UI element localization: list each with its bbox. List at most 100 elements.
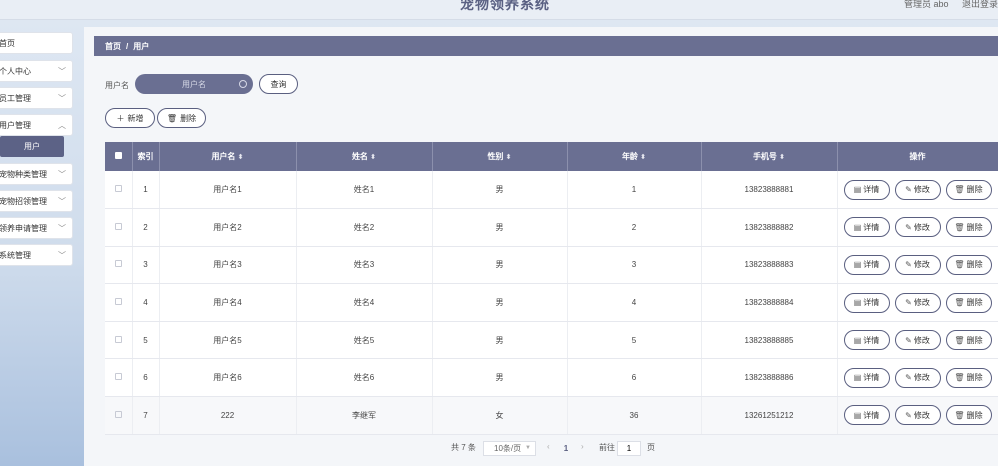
row-select-cell[interactable] (105, 208, 133, 247)
sidebar-item-users[interactable]: 用户管理 ︿ (0, 114, 73, 136)
edit-button[interactable]: ✎ 修改 (894, 292, 941, 313)
next-page-icon[interactable]: › (581, 442, 584, 451)
document-icon: ▤ (853, 373, 862, 383)
breadcrumb-home[interactable]: 首页 (105, 41, 121, 52)
cell-index: 5 (132, 321, 160, 360)
col-header-age[interactable]: 年龄 ⬍ (567, 142, 702, 171)
col-header-actions: 操作 (837, 142, 998, 171)
detail-button-label: 详情 (863, 298, 880, 308)
col-header-phone[interactable]: 手机号 ⬍ (701, 142, 838, 171)
row-delete-button[interactable]: 🗑 删除 (945, 217, 992, 238)
sort-icon: ⬍ (505, 154, 512, 161)
col-header-index: 索引 (132, 142, 160, 171)
row-checkbox[interactable] (114, 410, 122, 418)
pencil-icon: ✎ (905, 410, 912, 420)
row-delete-button-label: 删除 (966, 298, 983, 308)
row-checkbox[interactable] (114, 298, 122, 306)
row-delete-button[interactable]: 🗑 删除 (945, 254, 992, 275)
row-select-cell[interactable] (105, 171, 133, 210)
cell-age: 6 (567, 358, 702, 398)
col-header-gender[interactable]: 性别 ⬍ (432, 142, 568, 171)
cell-phone: 13823888884 (701, 283, 838, 322)
sidebar-item-pet-categories[interactable]: 宠物种类管理 ﹀ (0, 163, 73, 185)
cell-actions: ▤ 详情 ✎ 修改 🗑 删除 (837, 358, 998, 398)
page-number-current[interactable]: 1 (559, 441, 573, 456)
sidebar-item-label: 首页 (0, 38, 15, 48)
row-delete-button[interactable]: 🗑 删除 (945, 330, 992, 351)
page-size-select[interactable]: 10条/页 ▼ (483, 441, 536, 456)
trash-icon: 🗑 (166, 113, 178, 123)
detail-button[interactable]: ▤ 详情 (843, 330, 890, 351)
row-delete-button[interactable]: 🗑 删除 (945, 367, 992, 388)
row-checkbox[interactable] (114, 222, 122, 230)
row-delete-button[interactable]: 🗑 删除 (945, 405, 992, 426)
cell-username: 222 (159, 396, 297, 435)
row-checkbox[interactable] (114, 185, 122, 193)
table-row: 2 用户名2 姓名2 男 2 13823888882 ▤ 详情 ✎ 修改 🗑 删除 (105, 208, 998, 247)
detail-button[interactable]: ▤ 详情 (843, 405, 890, 426)
table-row: 3 用户名3 姓名3 男 3 13823888883 ▤ 详情 ✎ 修改 🗑 删除 (105, 246, 998, 285)
row-checkbox[interactable] (114, 335, 122, 343)
add-button[interactable]: ＋ 新增 (105, 108, 155, 128)
cell-age: 5 (567, 321, 702, 360)
row-checkbox[interactable] (114, 373, 122, 381)
breadcrumb: 首页 / 用户 (94, 36, 998, 56)
goto-page-input[interactable] (617, 441, 641, 456)
sidebar-item-label: 领养申请管理 (0, 223, 47, 233)
cell-phone: 13261251212 (701, 396, 838, 435)
sidebar-subitem-users[interactable]: 用户 (0, 136, 64, 157)
select-all-cell[interactable] (105, 142, 133, 171)
cell-phone: 13823888882 (701, 208, 838, 247)
sidebar-item-label: 员工管理 (0, 93, 31, 103)
edit-button[interactable]: ✎ 修改 (894, 330, 941, 351)
col-header-name[interactable]: 姓名 ⬍ (296, 142, 433, 171)
edit-button[interactable]: ✎ 修改 (894, 217, 941, 238)
row-delete-button[interactable]: 🗑 删除 (945, 292, 992, 313)
trash-icon: 🗑 (954, 373, 965, 383)
cell-age: 2 (567, 208, 702, 247)
sidebar-item-adoption[interactable]: 领养申请管理 ﹀ (0, 217, 73, 239)
add-button-label: 新增 (127, 113, 144, 123)
detail-button[interactable]: ▤ 详情 (843, 217, 890, 238)
trash-icon: 🗑 (954, 335, 965, 345)
chevron-down-icon: ﹀ (58, 94, 66, 103)
prev-page-icon[interactable]: ‹ (547, 442, 550, 451)
document-icon: ▤ (853, 260, 862, 270)
delete-button[interactable]: 🗑 删除 (157, 108, 206, 128)
sidebar-item-staff[interactable]: 员工管理 ﹀ (0, 87, 73, 109)
detail-button[interactable]: ▤ 详情 (843, 367, 890, 388)
cell-actions: ▤ 详情 ✎ 修改 🗑 删除 (837, 396, 998, 435)
current-user: 管理员 abo (904, 0, 949, 9)
edit-button-label: 修改 (913, 222, 930, 232)
edit-button[interactable]: ✎ 修改 (894, 405, 941, 426)
col-header-username[interactable]: 用户名 ⬍ (159, 142, 297, 171)
detail-button[interactable]: ▤ 详情 (843, 179, 890, 200)
chevron-down-icon: ﹀ (58, 170, 66, 179)
logout-link[interactable]: 退出登录 (962, 0, 998, 10)
row-select-cell[interactable] (105, 321, 133, 360)
row-select-cell[interactable] (105, 246, 133, 285)
row-delete-button[interactable]: 🗑 删除 (945, 179, 992, 200)
users-table: 索引 用户名 ⬍ 姓名 ⬍ 性别 ⬍ 年龄 ⬍ 手机号 ⬍ 操作 1 用户名1 姓名… (105, 142, 998, 435)
edit-button[interactable]: ✎ 修改 (894, 367, 941, 388)
search-input[interactable] (135, 74, 253, 94)
row-select-cell[interactable] (105, 283, 133, 322)
sidebar-item-label: 宠物种类管理 (0, 169, 47, 179)
sidebar-item-profile[interactable]: 个人中心 ﹀ (0, 60, 73, 82)
query-button[interactable]: 查询 (259, 74, 298, 94)
row-select-cell[interactable] (105, 396, 133, 435)
detail-button[interactable]: ▤ 详情 (843, 292, 890, 313)
pencil-icon: ✎ (905, 373, 912, 383)
sidebar-item-system[interactable]: 系统管理 ﹀ (0, 244, 73, 266)
cell-username: 用户名1 (159, 171, 297, 210)
row-select-cell[interactable] (105, 358, 133, 398)
detail-button[interactable]: ▤ 详情 (843, 254, 890, 275)
edit-button[interactable]: ✎ 修改 (894, 179, 941, 200)
select-all-checkbox[interactable] (114, 152, 122, 159)
sidebar-item-pet-found[interactable]: 宠物招领管理 ﹀ (0, 190, 73, 212)
table-row: 6 用户名6 姓名6 男 6 13823888886 ▤ 详情 ✎ 修改 🗑 删除 (105, 358, 998, 398)
sidebar-item-home[interactable]: 首页 (0, 32, 73, 54)
edit-button[interactable]: ✎ 修改 (894, 254, 941, 275)
row-checkbox[interactable] (114, 260, 122, 268)
cell-gender: 女 (432, 396, 568, 435)
